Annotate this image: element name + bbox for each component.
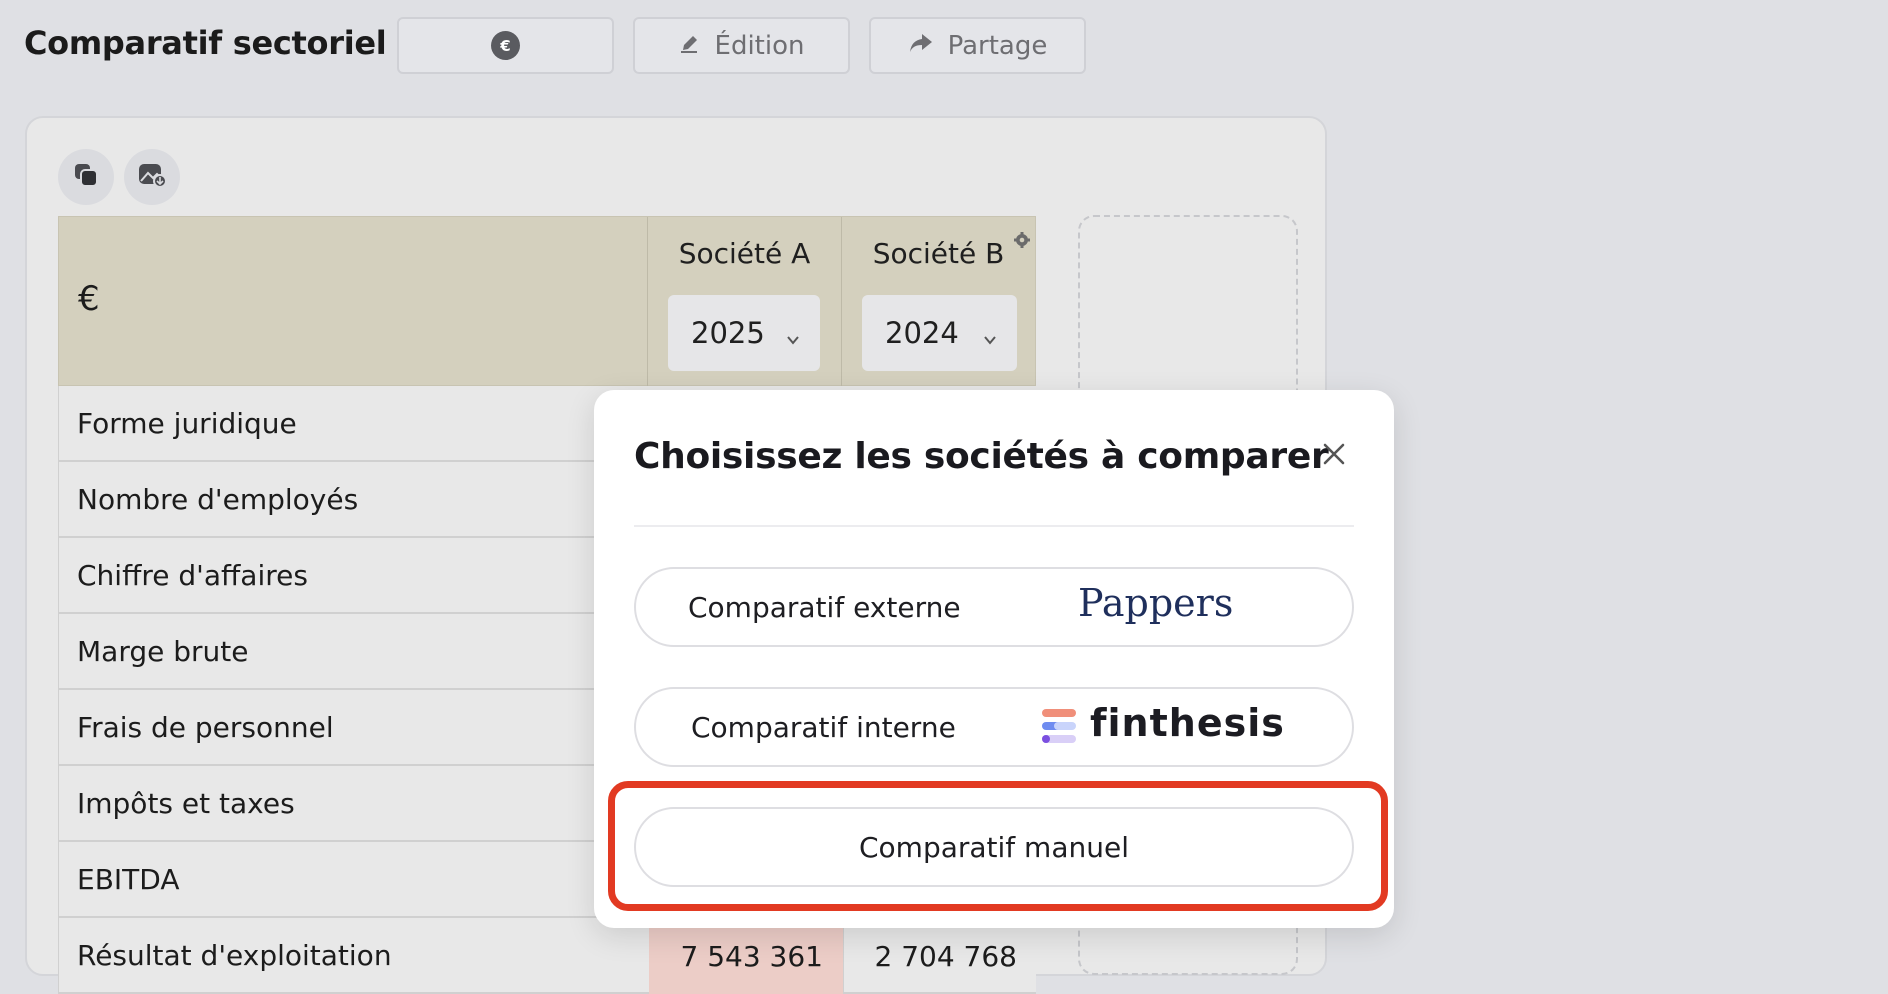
row-label: Nombre d'employés — [77, 482, 359, 516]
page-title: Comparatif sectoriel — [24, 24, 387, 62]
share-arrow-icon — [908, 31, 934, 61]
row-label: EBITDA — [77, 862, 180, 896]
gear-icon[interactable] — [1013, 231, 1031, 253]
duplicate-button[interactable] — [58, 149, 114, 205]
modal-title: Choisissez les sociétés à comparer — [634, 436, 1329, 477]
row-label: Résultat d'exploitation — [77, 938, 392, 972]
pencil-icon — [679, 31, 701, 61]
currency-button[interactable]: € — [397, 17, 614, 74]
manual-comparison-option[interactable]: Comparatif manuel — [634, 807, 1354, 887]
year-select-b[interactable]: 2024 — [862, 295, 1017, 371]
share-button-label: Partage — [947, 30, 1048, 61]
finthesis-icon — [1040, 707, 1078, 751]
column-name: Société B — [872, 237, 1005, 270]
internal-comparison-option[interactable]: Comparatif interne finthesis — [634, 687, 1354, 767]
finthesis-logo: finthesis — [1090, 701, 1285, 745]
column-name: Société A — [678, 237, 811, 270]
close-icon[interactable] — [1316, 436, 1352, 472]
external-comparison-option[interactable]: Comparatif externe Pappers — [634, 567, 1354, 647]
option-label: Comparatif interne — [691, 711, 956, 744]
chevron-down-icon — [784, 322, 802, 356]
row-label: Marge brute — [77, 634, 249, 668]
column-societe-b: Société B 2024 — [841, 217, 1035, 387]
row-label: Frais de personnel — [77, 710, 334, 744]
option-label: Comparatif manuel — [858, 831, 1129, 864]
euro-icon: € — [491, 31, 520, 60]
row-label: Impôts et taxes — [77, 786, 295, 820]
table-row: Résultat d'exploitation 7 543 361 2 704 … — [58, 918, 1036, 994]
pappers-logo: Pappers — [1078, 581, 1234, 625]
currency-header: € — [78, 279, 100, 319]
chevron-down-icon — [981, 322, 999, 356]
table-header: € Société A 2025 Société B 2024 — [58, 216, 1036, 387]
copy-icon — [72, 161, 100, 193]
option-label: Comparatif externe — [688, 591, 961, 624]
year-value: 2024 — [885, 316, 959, 350]
edit-button[interactable]: Édition — [633, 17, 850, 74]
value-societe-a: 7 543 361 — [649, 918, 843, 994]
row-label: Chiffre d'affaires — [77, 558, 308, 592]
modal-divider — [634, 525, 1354, 527]
export-image-button[interactable] — [124, 149, 180, 205]
image-download-icon — [137, 161, 167, 193]
column-societe-a: Société A 2025 — [647, 217, 841, 387]
year-select-a[interactable]: 2025 — [668, 295, 820, 371]
share-button[interactable]: Partage — [869, 17, 1086, 74]
value-societe-b: 2 704 768 — [843, 918, 1037, 994]
row-label: Forme juridique — [77, 406, 297, 440]
edit-button-label: Édition — [714, 30, 805, 61]
year-value: 2025 — [691, 316, 765, 350]
compare-modal: Choisissez les sociétés à comparer Compa… — [594, 390, 1394, 928]
